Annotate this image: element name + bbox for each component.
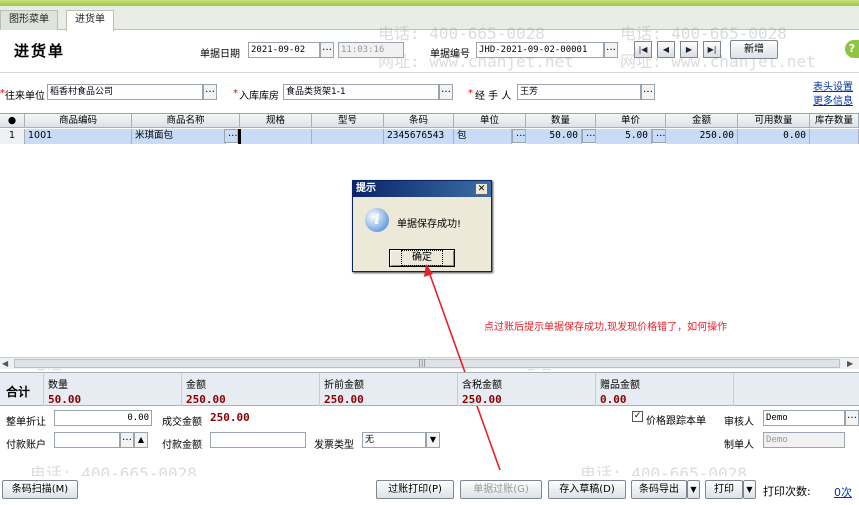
- post-button: 单据过账(G): [460, 480, 542, 499]
- invoice-type-label: 发票类型: [314, 440, 354, 451]
- barcode-scan-button[interactable]: 条码扫描(M): [2, 480, 78, 499]
- print-dropdown-icon[interactable]: ▼: [743, 480, 756, 499]
- summary-bar: 合计 数量 50.00 金额 250.00 折前金额 250.00 含税金额 2…: [0, 372, 859, 406]
- summary-gift-value: 0.00: [600, 393, 627, 406]
- annotation-text: 点过账后提示单据保存成功,现发现价格错了，如何操作: [484, 322, 728, 333]
- export-dropdown-icon[interactable]: ▼: [687, 480, 700, 499]
- bottom-toolbar: 条码扫描(M) 过账打印(P) 单据过账(G) 存入草稿(D) 条码导出 ▼ 打…: [0, 476, 859, 505]
- summary-qty: 数量 50.00: [43, 373, 181, 406]
- print-button[interactable]: 打印: [705, 480, 743, 499]
- summary-gift-label: 赠品金额: [600, 380, 640, 391]
- print-count-label: 打印次数:: [763, 485, 811, 498]
- annotation-arrow: [424, 264, 501, 471]
- pay-amount-label: 付款金额: [162, 440, 202, 451]
- account-label: 付款账户: [6, 440, 46, 451]
- price-track-checkbox[interactable]: ✓: [632, 411, 643, 422]
- account-field[interactable]: [54, 432, 120, 448]
- summary-tax-incl-label: 含税金额: [462, 380, 502, 391]
- auditor-field[interactable]: Demo: [763, 410, 845, 426]
- summary-amount-value: 250.00: [186, 393, 226, 406]
- price-track-label: 价格跟踪本单: [646, 416, 706, 427]
- invoice-type-select[interactable]: 无: [362, 432, 426, 448]
- pay-amount-field[interactable]: [210, 432, 306, 448]
- deal-amount-value: 250.00: [210, 411, 250, 424]
- deal-amount-label: 成交金额: [162, 417, 202, 428]
- summary-pre-discount-value: 250.00: [324, 393, 364, 406]
- save-draft-button[interactable]: 存入草稿(D): [548, 480, 626, 499]
- summary-gift: 赠品金额 0.00: [595, 373, 733, 406]
- invoice-dropdown-icon[interactable]: ▼: [426, 432, 440, 448]
- summary-tax-incl: 含税金额 250.00: [457, 373, 595, 406]
- auditor-picker-button[interactable]: …: [845, 410, 859, 426]
- summary-qty-value: 50.00: [48, 393, 82, 406]
- account-up-icon[interactable]: ▲: [134, 432, 148, 448]
- barcode-export-button[interactable]: 条码导出: [631, 480, 687, 499]
- auditor-label: 审核人: [724, 417, 754, 428]
- summary-amount: 金额 250.00: [181, 373, 319, 406]
- summary-pre-discount-label: 折前金额: [324, 380, 364, 391]
- summary-tax-incl-value: 250.00: [462, 393, 502, 406]
- account-picker-button[interactable]: …: [120, 432, 134, 448]
- maker-label: 制单人: [724, 440, 754, 451]
- summary-label: 合计: [6, 385, 31, 399]
- discount-label: 整单折让: [6, 417, 46, 428]
- summary-pre-discount: 折前金额 250.00: [319, 373, 457, 406]
- post-print-button[interactable]: 过账打印(P): [376, 480, 454, 499]
- maker-field: Demo: [763, 432, 845, 448]
- discount-field[interactable]: 0.00: [54, 410, 152, 426]
- summary-empty: [733, 373, 859, 406]
- summary-qty-label: 数量: [48, 380, 68, 391]
- print-count-value[interactable]: 0次: [834, 484, 852, 500]
- summary-amount-label: 金额: [186, 380, 206, 391]
